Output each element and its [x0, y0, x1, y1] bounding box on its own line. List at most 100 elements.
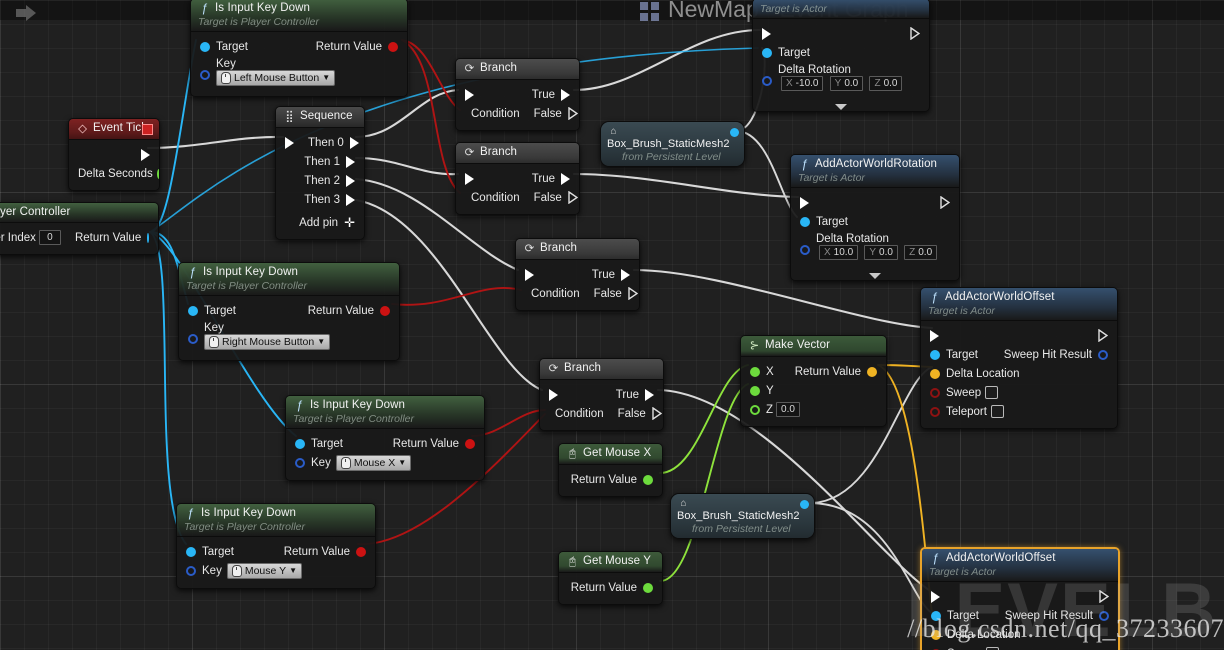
event-delegate-pin[interactable] [142, 124, 153, 135]
pin-row-exec[interactable]: True [456, 169, 579, 188]
true-pin[interactable] [645, 388, 654, 401]
target-pin[interactable] [762, 47, 772, 58]
then-1-pin[interactable] [346, 155, 355, 168]
pin-row-key[interactable]: Key Right Mouse Button ▼ [179, 320, 399, 353]
sweep-hit-result-pin[interactable] [1098, 349, 1108, 360]
teleport-pin[interactable] [930, 406, 940, 417]
target-pin[interactable] [800, 216, 810, 227]
pin-row-exec[interactable] [753, 24, 929, 43]
delta-rotation-pin[interactable] [800, 245, 810, 255]
exec-in-pin[interactable] [285, 136, 294, 149]
pin-row-target[interactable]: Target Return Value [179, 301, 399, 320]
return-value-pin[interactable] [867, 366, 877, 377]
pin-row-then-3[interactable]: Then 3 [276, 190, 364, 209]
node-box-ref-2[interactable]: ⌂Box_Brush_StaticMesh2 from Persistent L… [670, 493, 815, 539]
target-pin[interactable] [295, 438, 305, 449]
rotation-y-field[interactable]: Y 0.0 [829, 76, 864, 91]
pin-row-condition[interactable]: Condition False [516, 284, 639, 303]
pin-row-exec[interactable] [791, 193, 959, 212]
exec-in-pin[interactable] [465, 88, 474, 101]
key-pin[interactable] [295, 458, 305, 468]
pin-row-key[interactable]: Key Mouse X ▼ [286, 453, 484, 473]
pin-row-y[interactable]: Y [741, 381, 886, 400]
pin-row-exec[interactable]: True [516, 265, 639, 284]
node-add-actor-world-offset-2[interactable]: ƒ AddActorWorldOffset Target is Actor Tar… [920, 547, 1120, 650]
x-pin[interactable] [750, 366, 760, 377]
true-pin[interactable] [621, 268, 630, 281]
node-box-ref-1[interactable]: ⌂Box_Brush_StaticMesh2 from Persistent L… [600, 121, 745, 167]
exec-in-pin[interactable] [800, 196, 809, 209]
target-pin[interactable] [188, 305, 198, 316]
delta-location-pin[interactable] [930, 368, 940, 379]
exec-in-pin[interactable] [762, 27, 771, 40]
pin-row-teleport[interactable]: Teleport [921, 402, 1117, 421]
node-branch-2[interactable]: ⟳ Branch True Condition False [455, 142, 580, 215]
pin-row-key[interactable]: Key Mouse Y ▼ [177, 561, 375, 581]
pin-row-target[interactable]: Target Return Value [177, 542, 375, 561]
key-pin[interactable] [200, 70, 210, 80]
rotation-z-field[interactable]: Z 0.0 [904, 245, 938, 260]
add-pin-button[interactable]: Add pin ✛ [276, 213, 364, 232]
key-pin[interactable] [186, 566, 196, 576]
pin-row-target[interactable]: Target [753, 43, 929, 62]
pin-row-exec[interactable] [922, 587, 1118, 606]
pin-row-then-0[interactable]: Then 0 [276, 133, 364, 152]
exec-in-pin[interactable] [931, 590, 940, 603]
rotation-y-field[interactable]: Y 0.0 [864, 245, 898, 260]
true-pin[interactable] [561, 172, 570, 185]
pin-row-exec[interactable]: True [540, 385, 663, 404]
pin-row-sweep[interactable]: Sweep [921, 383, 1117, 402]
teleport-checkbox[interactable] [990, 405, 1004, 418]
pin-row-player-index[interactable]: Player Index 0 Return Value [0, 228, 158, 247]
sweep-checkbox[interactable] [985, 386, 999, 399]
node-get-player-controller[interactable]: et Player Controller Player Index 0 Retu… [0, 202, 159, 255]
target-pin[interactable] [930, 349, 940, 360]
pin-row-exec[interactable] [921, 326, 1117, 345]
node-branch-1[interactable]: ⟳ Branch True Condition False [455, 58, 580, 131]
node-sequence[interactable]: ⣿ Sequence Then 0 Then 1 Then 2 Then 3 A… [275, 106, 365, 240]
node-is-input-key-down-rmb[interactable]: ƒ Is Input Key Down Target is Player Cont… [178, 262, 400, 361]
return-value-pin[interactable] [380, 305, 390, 316]
pin-row-return-value[interactable]: Return Value [559, 470, 662, 489]
player-index-field[interactable]: 0 [38, 230, 61, 245]
target-pin[interactable] [200, 41, 210, 52]
pin-row-exec[interactable]: True [456, 85, 579, 104]
exec-in-pin[interactable] [549, 388, 558, 401]
key-dropdown[interactable]: Mouse Y ▼ [226, 563, 302, 579]
target-pin[interactable] [931, 610, 941, 621]
rotation-x-field[interactable]: X 10.0 [819, 245, 859, 260]
node-add-actor-world-offset-1[interactable]: ƒ AddActorWorldOffset Target is Actor Tar… [920, 287, 1118, 429]
rotation-z-field[interactable]: Z 0.0 [869, 76, 903, 91]
return-value-pin[interactable] [465, 438, 475, 449]
object-out-pin[interactable] [730, 128, 739, 137]
pin-row-condition[interactable]: Condition False [456, 188, 579, 207]
pin-row-target[interactable]: Target Sweep Hit Result [921, 345, 1117, 364]
pin-row-delta-rotation[interactable]: Delta Rotation X 10.0 Y 0.0 Z 0.0 [791, 231, 959, 262]
then-0-pin[interactable] [349, 136, 359, 149]
then-2-pin[interactable] [346, 174, 355, 187]
pin-row-exec-out[interactable] [69, 145, 159, 164]
return-value-pin[interactable] [356, 546, 366, 557]
pin-row-condition[interactable]: Condition False [540, 404, 663, 423]
node-is-input-key-down-mouse-x[interactable]: ƒ Is Input Key Down Target is Player Cont… [285, 395, 485, 481]
sweep-hit-result-pin[interactable] [1099, 610, 1109, 621]
key-dropdown[interactable]: Mouse X ▼ [335, 455, 412, 471]
exec-in-pin[interactable] [525, 268, 534, 281]
node-branch-3[interactable]: ⟳ Branch True Condition False [515, 238, 640, 311]
true-pin[interactable] [561, 88, 570, 101]
pin-row-x[interactable]: X Return Value [741, 362, 886, 381]
delta-rotation-pin[interactable] [762, 76, 772, 86]
key-dropdown[interactable]: Right Mouse Button ▼ [204, 334, 331, 350]
pin-row-sweep[interactable]: Sweep [922, 644, 1118, 650]
node-get-mouse-y[interactable]: 🖰 Get Mouse Y Return Value [558, 551, 663, 605]
node-is-input-key-down-mouse-y[interactable]: ƒ Is Input Key Down Target is Player Cont… [176, 503, 376, 589]
target-pin[interactable] [186, 546, 196, 557]
y-pin[interactable] [750, 385, 760, 396]
z-pin[interactable] [750, 404, 760, 415]
return-value-pin[interactable] [643, 474, 653, 485]
node-add-actor-world-rotation[interactable]: ƒ AddActorWorldRotation Target is Actor T… [790, 154, 960, 281]
key-dropdown[interactable]: Left Mouse Button ▼ [216, 70, 336, 86]
key-pin[interactable] [188, 334, 198, 344]
object-out-pin[interactable] [800, 500, 809, 509]
false-pin[interactable] [568, 107, 578, 120]
